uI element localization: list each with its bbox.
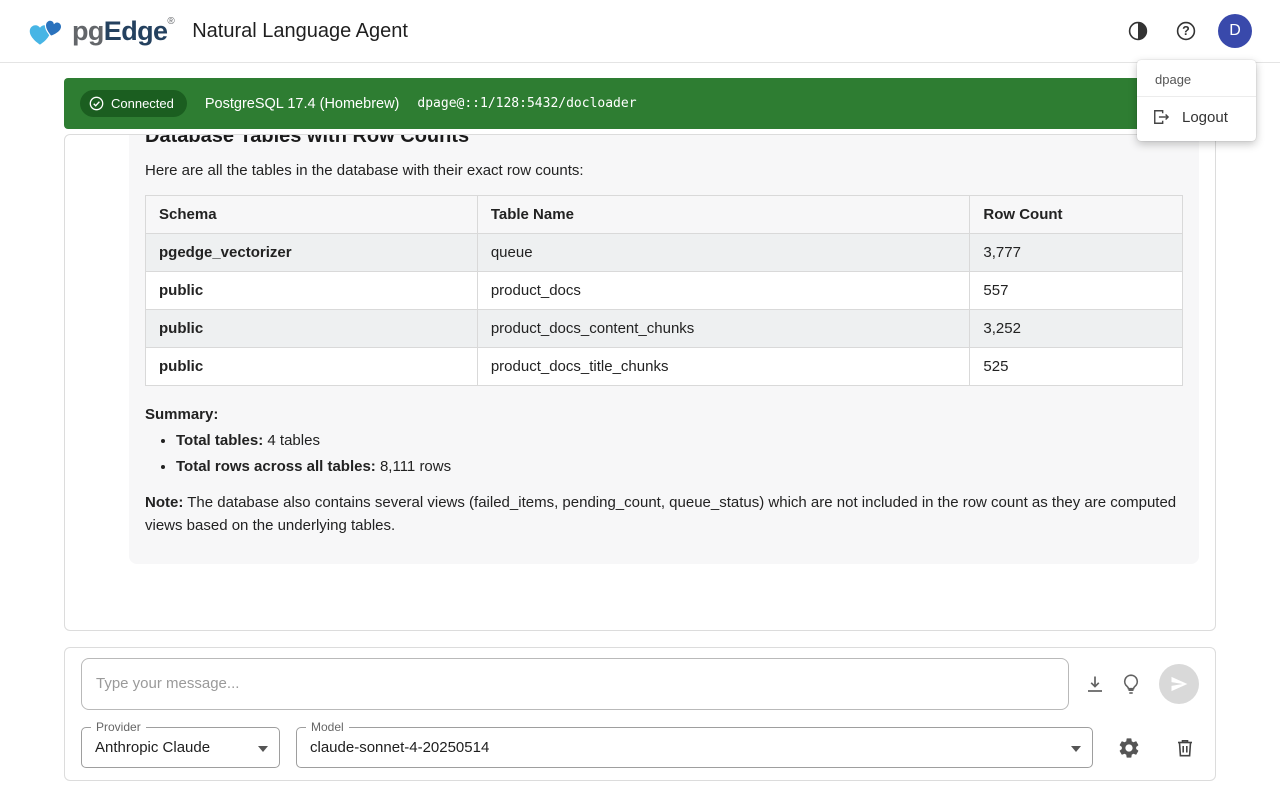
table-row: public product_docs 557: [146, 272, 1183, 310]
lightbulb-icon: [1119, 672, 1143, 696]
pgedge-logo: pgEdge®: [24, 11, 174, 51]
main-content: Connected PostgreSQL 17.4 (Homebrew) dpa…: [64, 78, 1216, 781]
connected-badge: Connected: [80, 90, 187, 117]
user-menu-username: dpage: [1137, 64, 1256, 96]
model-select-value: claude-sonnet-4-20250514: [310, 739, 489, 756]
cell-table-name: product_docs: [477, 272, 970, 310]
row-counts-table: Schema Table Name Row Count pgedge_vecto…: [145, 195, 1183, 386]
chevron-down-icon: [1071, 746, 1081, 752]
server-version: PostgreSQL 17.4 (Homebrew): [205, 96, 400, 112]
connected-label: Connected: [111, 96, 174, 111]
send-icon: [1169, 674, 1189, 694]
message-intro: Here are all the tables in the database …: [145, 162, 1183, 179]
provider-select[interactable]: Provider Anthropic Claude: [81, 727, 280, 768]
avatar[interactable]: D: [1218, 14, 1252, 48]
model-settings-row: Provider Anthropic Claude Model claude-s…: [81, 727, 1199, 768]
composer-actions: [1081, 664, 1199, 704]
help-button[interactable]: ?: [1170, 15, 1202, 47]
cell-row-count: 3,777: [970, 234, 1183, 272]
chevron-down-icon: [258, 746, 268, 752]
model-select-label: Model: [306, 720, 349, 734]
list-item: Total tables: 4 tables: [176, 432, 1183, 449]
assistant-message: Database Tables with Row Counts Here are…: [129, 134, 1199, 564]
provider-select-value: Anthropic Claude: [95, 739, 210, 756]
download-icon: [1083, 672, 1107, 696]
check-circle-icon: [89, 96, 104, 111]
send-button[interactable]: [1159, 664, 1199, 704]
contrast-icon: [1126, 19, 1150, 43]
header-row-count: Row Count: [970, 196, 1183, 234]
trash-icon: [1173, 736, 1197, 760]
logout-icon: [1151, 107, 1171, 127]
composer: Provider Anthropic Claude Model claude-s…: [64, 647, 1216, 781]
logout-label: Logout: [1182, 109, 1228, 126]
table-row: pgedge_vectorizer queue 3,777: [146, 234, 1183, 272]
svg-text:?: ?: [1182, 24, 1190, 38]
cell-schema: public: [146, 310, 478, 348]
message-input[interactable]: [81, 658, 1069, 710]
chat-message-area: Database Tables with Row Counts Here are…: [64, 134, 1216, 631]
cell-table-name: product_docs_title_chunks: [477, 348, 970, 386]
settings-button[interactable]: [1115, 734, 1143, 762]
cell-row-count: 3,252: [970, 310, 1183, 348]
cell-row-count: 525: [970, 348, 1183, 386]
cell-schema: pgedge_vectorizer: [146, 234, 478, 272]
theme-toggle-button[interactable]: [1122, 15, 1154, 47]
list-item: Total rows across all tables: 8,111 rows: [176, 458, 1183, 475]
hint-button[interactable]: [1117, 670, 1145, 698]
header-actions: ? D: [1122, 14, 1252, 48]
cell-schema: public: [146, 348, 478, 386]
summary-label: Summary:: [145, 406, 1183, 423]
table-header-row: Schema Table Name Row Count: [146, 196, 1183, 234]
connection-status-bar: Connected PostgreSQL 17.4 (Homebrew) dpa…: [64, 78, 1216, 129]
table-row: public product_docs_title_chunks 525: [146, 348, 1183, 386]
download-button[interactable]: [1081, 670, 1109, 698]
summary-list: Total tables: 4 tables Total rows across…: [145, 432, 1183, 475]
pgedge-wordmark: pgEdge®: [72, 16, 174, 47]
page-title: Natural Language Agent: [192, 20, 408, 43]
cell-row-count: 557: [970, 272, 1183, 310]
message-note: Note: The database also contains several…: [145, 491, 1183, 538]
clear-chat-button[interactable]: [1171, 734, 1199, 762]
model-select[interactable]: Model claude-sonnet-4-20250514: [296, 727, 1093, 768]
pgedge-logo-icon: [24, 11, 70, 51]
logout-menu-item[interactable]: Logout: [1137, 97, 1256, 137]
cell-schema: public: [146, 272, 478, 310]
user-menu: dpage Logout: [1137, 60, 1256, 141]
cell-table-name: product_docs_content_chunks: [477, 310, 970, 348]
header-schema: Schema: [146, 196, 478, 234]
help-icon: ?: [1174, 19, 1198, 43]
gear-icon: [1117, 736, 1141, 760]
table-row: public product_docs_content_chunks 3,252: [146, 310, 1183, 348]
message-heading: Database Tables with Row Counts: [145, 134, 1183, 148]
provider-select-label: Provider: [91, 720, 146, 734]
app-header: pgEdge® Natural Language Agent ? D: [0, 0, 1280, 63]
cell-table-name: queue: [477, 234, 970, 272]
header-table-name: Table Name: [477, 196, 970, 234]
connection-string: dpage@::1/128:5432/docloader: [417, 96, 636, 111]
